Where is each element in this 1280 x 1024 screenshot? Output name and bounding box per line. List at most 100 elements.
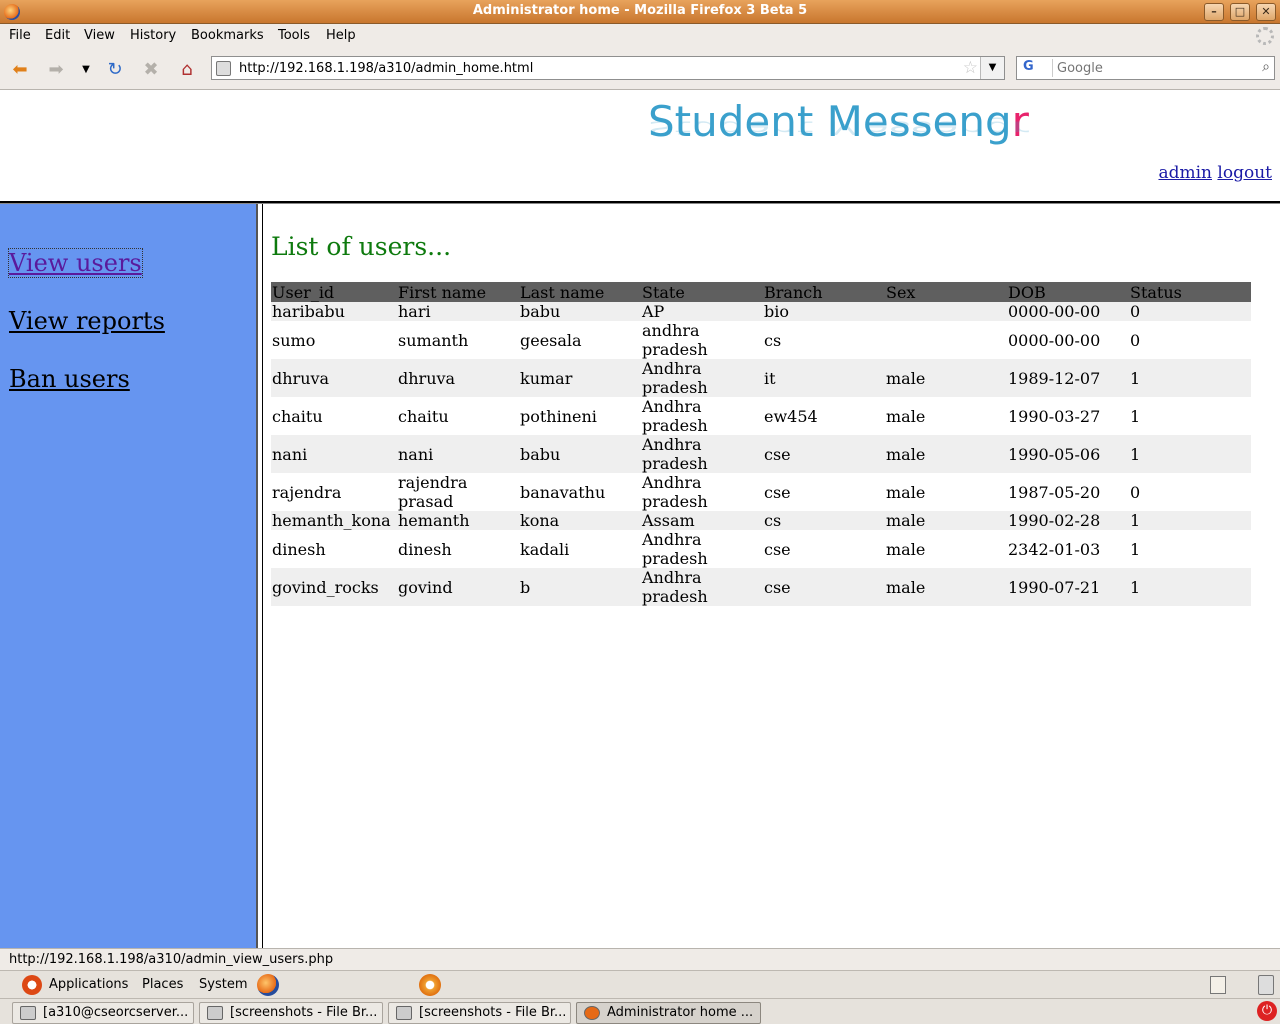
table-cell bbox=[885, 321, 1007, 359]
menu-file[interactable]: File bbox=[9, 28, 31, 43]
close-button[interactable]: ✕ bbox=[1256, 3, 1276, 21]
notes-icon[interactable] bbox=[1210, 976, 1226, 994]
table-cell: it bbox=[763, 359, 885, 397]
table-cell: 1 bbox=[1130, 406, 1141, 426]
table-cell: pothineni bbox=[520, 406, 597, 426]
table-cell: Andhra pradesh bbox=[641, 435, 763, 473]
search-engine-icon[interactable]: G bbox=[1019, 59, 1053, 77]
ubuntu-logo-icon[interactable] bbox=[22, 975, 42, 995]
table-cell: dinesh bbox=[272, 539, 326, 559]
table-cell: 1 bbox=[1130, 539, 1141, 559]
back-button[interactable]: ⬅ bbox=[8, 58, 32, 80]
menu-bar: File Edit View History Bookmarks Tools H… bbox=[0, 24, 1280, 48]
table-row: dhruva dhruva kumar Andhra pradesh it male 198… bbox=[271, 359, 1251, 397]
table-cell: Andhra pradesh bbox=[642, 397, 708, 435]
logout-link[interactable]: logout bbox=[1217, 163, 1272, 183]
table-row: sumo sumanth geesala andhra pradesh cs 0000-0… bbox=[271, 321, 1251, 359]
task-terminal[interactable]: [a310@cseorcserver... bbox=[12, 1002, 194, 1024]
table-cell: Andhra pradesh bbox=[642, 473, 708, 511]
column-header: State bbox=[641, 282, 763, 302]
search-box[interactable]: G ⌕ bbox=[1016, 56, 1275, 80]
url-bar[interactable]: http://192.168.1.198/a310/admin_home.htm… bbox=[211, 56, 1005, 80]
table-cell: babu bbox=[519, 435, 641, 473]
minimize-button[interactable]: – bbox=[1204, 3, 1224, 21]
home-button[interactable]: ⌂ bbox=[175, 58, 199, 80]
task-firefox[interactable]: Administrator home ... bbox=[576, 1002, 761, 1024]
table-cell: chaitu bbox=[398, 406, 449, 426]
table-cell: nani bbox=[271, 435, 397, 473]
page-viewport: Student Messengr Student Messengr admin … bbox=[0, 91, 1280, 948]
sidebar-item-ban-users[interactable]: Ban users bbox=[9, 365, 130, 393]
menu-help[interactable]: Help bbox=[326, 28, 356, 43]
sidebar-item-view-users[interactable]: View users bbox=[8, 248, 143, 278]
column-header: User_id bbox=[271, 282, 397, 302]
table-cell: 1987-05-20 bbox=[1008, 482, 1101, 502]
task-label: [screenshots - File Br... bbox=[419, 1005, 567, 1020]
table-cell: Andhra pradesh bbox=[641, 568, 763, 606]
table-cell: 0 bbox=[1129, 302, 1251, 321]
table-cell: Assam bbox=[641, 511, 763, 530]
table-cell: sumo bbox=[272, 330, 316, 350]
gnome-panel: Applications Places System bbox=[0, 970, 1280, 998]
table-header-row: User_id First name Last name State Branch Sex… bbox=[271, 282, 1251, 302]
table-cell: dhruva bbox=[397, 359, 519, 397]
search-icon[interactable]: ⌕ bbox=[1262, 59, 1270, 75]
folder-icon bbox=[207, 1006, 223, 1020]
history-dropdown-icon[interactable]: ▼ bbox=[74, 58, 98, 80]
bookmark-star-icon[interactable]: ☆ bbox=[963, 58, 978, 78]
system-menu[interactable]: System bbox=[199, 977, 247, 992]
table-cell: cs bbox=[763, 511, 885, 530]
folder-icon bbox=[396, 1006, 412, 1020]
table-row: nani nani babu Andhra pradesh cse male 1990-05… bbox=[271, 435, 1251, 473]
firefox-launcher-icon[interactable] bbox=[257, 974, 279, 996]
update-notifier-icon[interactable] bbox=[419, 974, 441, 996]
maximize-button[interactable]: □ bbox=[1230, 3, 1250, 21]
table-row: dinesh dinesh kadali Andhra pradesh cse male 2… bbox=[271, 530, 1251, 568]
column-header: DOB bbox=[1007, 282, 1129, 302]
table-cell: 1990-07-21 bbox=[1007, 568, 1129, 606]
menu-view[interactable]: View bbox=[84, 28, 115, 43]
menu-edit[interactable]: Edit bbox=[45, 28, 70, 43]
table-cell: 1990-05-06 bbox=[1007, 435, 1129, 473]
sidebar-item-view-reports[interactable]: View reports bbox=[9, 307, 165, 335]
navigation-toolbar: ⬅ ➡ ▼ ↻ ✖ ⌂ http://192.168.1.198/a310/ad… bbox=[0, 48, 1280, 90]
firefox-icon bbox=[584, 1006, 600, 1020]
table-row: chaitu chaitu pothineni Andhra pradesh ew454… bbox=[271, 397, 1251, 435]
places-menu[interactable]: Places bbox=[142, 977, 183, 992]
table-cell: geesala bbox=[520, 330, 582, 350]
table-cell: bio bbox=[763, 302, 885, 321]
admin-link[interactable]: admin bbox=[1158, 163, 1212, 183]
task-file-browser-1[interactable]: [screenshots - File Br... bbox=[199, 1002, 383, 1024]
table-cell: 2342-01-03 bbox=[1008, 539, 1101, 559]
table-cell: ew454 bbox=[764, 406, 818, 426]
table-cell: cse bbox=[763, 435, 885, 473]
stop-button[interactable]: ✖ bbox=[139, 58, 163, 80]
menu-history[interactable]: History bbox=[130, 28, 176, 43]
table-cell: 1990-03-27 bbox=[1008, 406, 1101, 426]
table-cell: 1 bbox=[1129, 435, 1251, 473]
menu-tools[interactable]: Tools bbox=[278, 28, 310, 43]
trash-icon[interactable] bbox=[1258, 975, 1274, 995]
task-file-browser-2[interactable]: [screenshots - File Br... bbox=[388, 1002, 571, 1024]
table-cell: 0000-00-00 bbox=[1007, 302, 1129, 321]
table-cell: Andhra pradesh bbox=[641, 359, 763, 397]
url-text[interactable]: http://192.168.1.198/a310/admin_home.htm… bbox=[239, 61, 533, 76]
window-titlebar[interactable]: Administrator home - Mozilla Firefox 3 B… bbox=[0, 0, 1280, 24]
table-cell: cse bbox=[764, 482, 791, 502]
power-icon[interactable]: ⏻ bbox=[1257, 1001, 1277, 1021]
url-dropdown-button[interactable]: ▼ bbox=[980, 57, 1004, 79]
table-cell: cs bbox=[764, 330, 782, 350]
site-header: Student Messengr Student Messengr admin … bbox=[0, 91, 1280, 203]
forward-button[interactable]: ➡ bbox=[44, 58, 68, 80]
table-row: rajendra rajendra prasad banavathu Andhra p… bbox=[271, 473, 1251, 511]
table-row: haribabu hari babu AP bio 0000-00-00 0 bbox=[271, 302, 1251, 321]
reload-button[interactable]: ↻ bbox=[103, 58, 127, 80]
table-cell: govind bbox=[397, 568, 519, 606]
task-label: [screenshots - File Br... bbox=[230, 1005, 378, 1020]
page-title: List of users... bbox=[271, 232, 452, 261]
table-cell: male bbox=[885, 511, 1007, 530]
menu-bookmarks[interactable]: Bookmarks bbox=[191, 28, 264, 43]
applications-menu[interactable]: Applications bbox=[49, 977, 128, 992]
search-input[interactable] bbox=[1057, 60, 1247, 76]
task-label: Administrator home ... bbox=[607, 1005, 754, 1020]
